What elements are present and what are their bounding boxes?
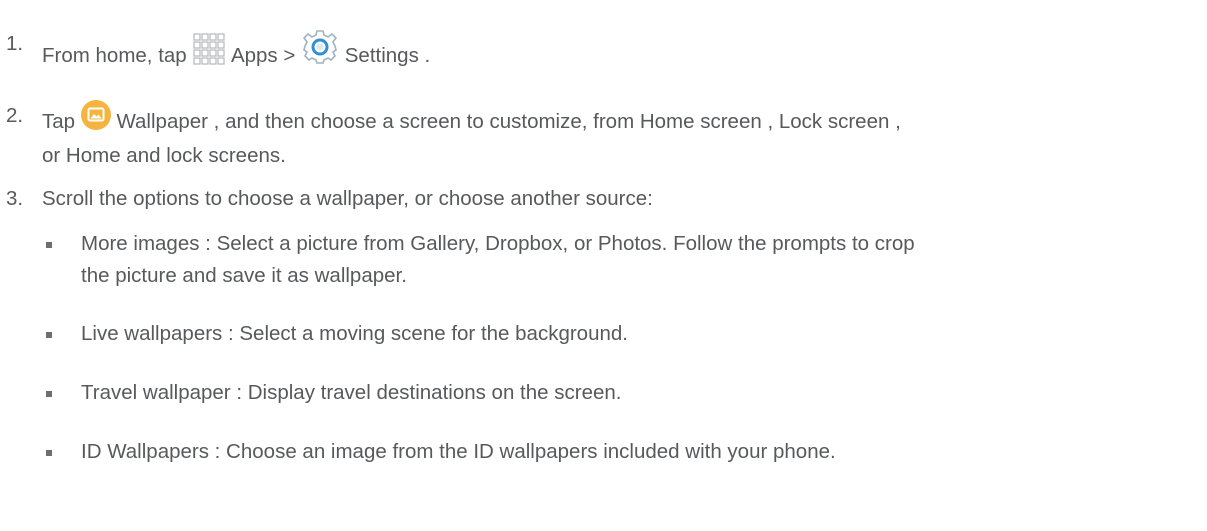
settings-gear-icon [301, 28, 339, 76]
step-text-segment: . [418, 44, 431, 67]
list-item-text: Travel wallpaper : Display travel destin… [81, 381, 622, 404]
path-separator: > [277, 44, 302, 67]
step-number: 3. [6, 187, 24, 210]
wallpaper-label: Wallpaper [110, 110, 208, 133]
step-text: From home, tap Apps > Settings . [42, 28, 1197, 76]
list-item-text: More images : Select a picture from Gall… [81, 228, 1187, 292]
step-text-segment: From home, tap [42, 44, 193, 67]
bullet-marker [46, 332, 52, 338]
step-number: 2. [6, 104, 24, 127]
step-number: 1. [6, 32, 24, 55]
bullet-marker [46, 242, 52, 248]
step-text: Scroll the options to choose a wallpaper… [42, 187, 653, 210]
wallpaper-image-icon [80, 100, 111, 140]
list-item-line: the picture and save it as wallpaper. [81, 264, 407, 287]
list-item-text: ID Wallpapers : Choose an image from the… [81, 440, 836, 463]
apps-grid-icon [192, 32, 226, 76]
step-text-segment: or Home and lock screens. [42, 144, 286, 167]
list-item-text: Live wallpapers : Select a moving scene … [81, 322, 628, 345]
step-text-segment: , and then choose a screen to customize,… [207, 110, 901, 133]
step-text-segment: Tap [42, 110, 81, 133]
apps-label: Apps [226, 44, 278, 67]
step-text: Tap Wallpaper , and then choose a screen… [42, 100, 1197, 172]
bullet-marker [46, 450, 52, 456]
bullet-marker [46, 391, 52, 397]
list-item-line: More images : Select a picture from Gall… [81, 232, 915, 255]
settings-label: Settings [339, 44, 419, 67]
